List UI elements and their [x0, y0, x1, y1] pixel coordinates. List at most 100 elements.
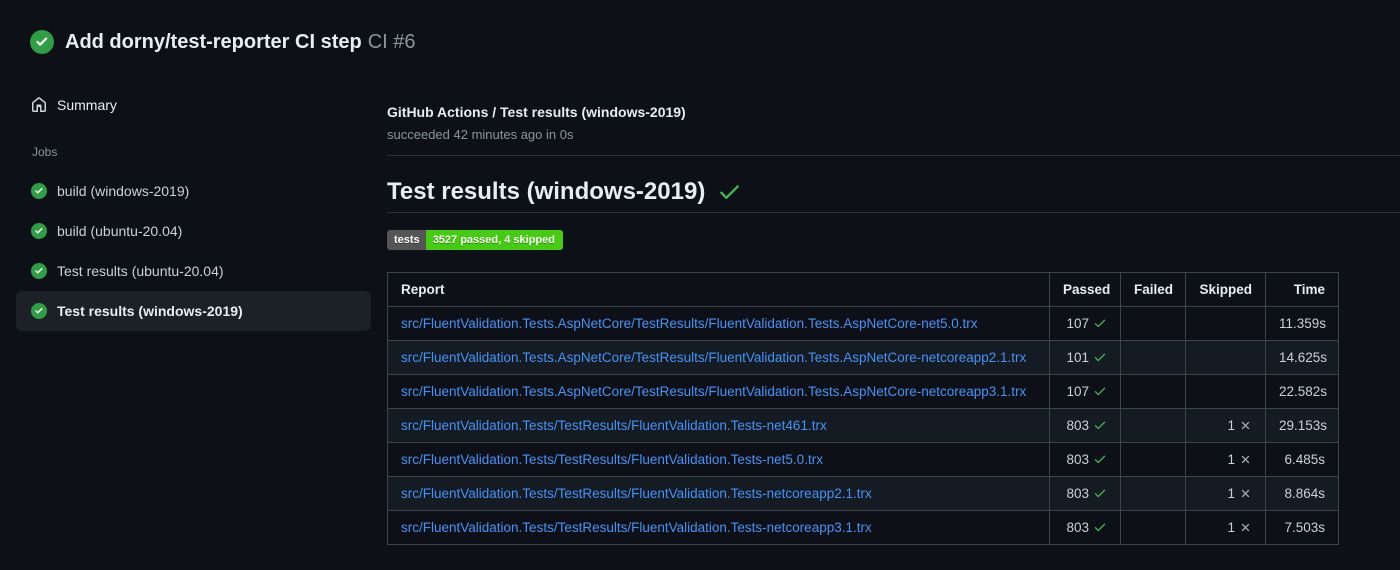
table-row: src/FluentValidation.Tests.AspNetCore/Te…: [387, 340, 1339, 375]
sidebar-item-job[interactable]: Test results (windows-2019): [16, 291, 371, 331]
passed-cell: 803: [1049, 442, 1121, 477]
passed-cell: 107: [1049, 374, 1121, 409]
sidebar-item-job[interactable]: Test results (ubuntu-20.04): [16, 251, 371, 291]
time-cell: 14.625s: [1265, 340, 1339, 375]
skipped-cell: 1: [1185, 510, 1266, 545]
passed-count: 107: [1066, 384, 1089, 399]
table-row: src/FluentValidation.Tests.AspNetCore/Te…: [387, 374, 1339, 409]
time-cell: 7.503s: [1265, 510, 1339, 545]
passed-check-icon: [1094, 523, 1106, 532]
column-header-time: Time: [1265, 272, 1339, 307]
failed-cell: [1120, 374, 1186, 409]
run-status-icon-slot: [30, 30, 54, 54]
passed-cell: 107: [1049, 306, 1121, 341]
table-row: src/FluentValidation.Tests/TestResults/F…: [387, 510, 1339, 545]
report-cell: src/FluentValidation.Tests/TestResults/F…: [387, 476, 1050, 511]
job-sidebar: Summary Jobs build (windows-2019) build …: [0, 75, 387, 331]
report-link[interactable]: src/FluentValidation.Tests.AspNetCore/Te…: [401, 384, 1026, 399]
passed-cell: 803: [1049, 510, 1121, 545]
skipped-x-icon: [1241, 455, 1250, 464]
skipped-cell: 1: [1185, 408, 1266, 443]
skipped-count: 1: [1227, 452, 1235, 467]
passed-count: 803: [1066, 418, 1089, 433]
skipped-cell: [1185, 306, 1266, 341]
report-link[interactable]: src/FluentValidation.Tests/TestResults/F…: [401, 520, 872, 535]
job-header: GitHub Actions / Test results (windows-2…: [387, 103, 1400, 156]
check-circle-icon: [30, 30, 54, 54]
report-link[interactable]: src/FluentValidation.Tests/TestResults/F…: [401, 486, 872, 501]
table-row: src/FluentValidation.Tests/TestResults/F…: [387, 442, 1339, 477]
passed-cell: 101: [1049, 340, 1121, 375]
report-cell: src/FluentValidation.Tests.AspNetCore/Te…: [387, 374, 1050, 409]
tests-badge-value: 3527 passed, 4 skipped: [425, 230, 563, 250]
table-row: src/FluentValidation.Tests/TestResults/F…: [387, 408, 1339, 443]
failed-cell: [1120, 476, 1186, 511]
passed-check-icon: [1094, 353, 1106, 362]
passed-check-icon: [1094, 421, 1106, 430]
sidebar-item-job[interactable]: build (ubuntu-20.04): [16, 211, 371, 251]
time-cell: 6.485s: [1265, 442, 1339, 477]
report-cell: src/FluentValidation.Tests.AspNetCore/Te…: [387, 306, 1050, 341]
sidebar-item-summary[interactable]: Summary: [16, 89, 371, 121]
check-circle-icon: [31, 263, 47, 279]
passed-cell: 803: [1049, 476, 1121, 511]
time-cell: 29.153s: [1265, 408, 1339, 443]
tests-badge-label: tests: [387, 230, 426, 250]
failed-cell: [1120, 442, 1186, 477]
workflow-run-number: CI #6: [367, 31, 416, 53]
job-label: Test results (ubuntu-20.04): [57, 263, 224, 279]
passed-check-icon: [1094, 319, 1106, 328]
report-cell: src/FluentValidation.Tests.AspNetCore/Te…: [387, 340, 1050, 375]
failed-cell: [1120, 306, 1186, 341]
report-cell: src/FluentValidation.Tests/TestResults/F…: [387, 408, 1050, 443]
job-header-title: GitHub Actions / Test results (windows-2…: [387, 104, 686, 120]
column-header-skipped: Skipped: [1185, 272, 1266, 307]
report-link[interactable]: src/FluentValidation.Tests.AspNetCore/Te…: [401, 350, 1026, 365]
time-cell: 11.359s: [1265, 306, 1339, 341]
skipped-count: 1: [1227, 486, 1235, 501]
table-row: src/FluentValidation.Tests/TestResults/F…: [387, 476, 1339, 511]
job-label: build (windows-2019): [57, 183, 190, 199]
passed-check-icon: [1094, 455, 1106, 464]
column-header-report: Report: [387, 272, 1050, 307]
sidebar-summary-label: Summary: [57, 97, 117, 113]
check-circle-icon: [31, 223, 47, 239]
check-circle-icon: [31, 183, 47, 199]
passed-count: 101: [1066, 350, 1089, 365]
job-label: Test results (windows-2019): [57, 303, 243, 319]
report-link[interactable]: src/FluentValidation.Tests/TestResults/F…: [401, 418, 827, 433]
column-header-passed: Passed: [1049, 272, 1121, 307]
tests-badge: tests 3527 passed, 4 skipped: [387, 230, 563, 250]
table-header-row: Report Passed Failed Skipped Time: [387, 272, 1339, 307]
failed-cell: [1120, 408, 1186, 443]
skipped-cell: 1: [1185, 476, 1266, 511]
failed-cell: [1120, 340, 1186, 375]
report-title-text: Test results (windows-2019): [387, 178, 706, 205]
sidebar-item-job[interactable]: build (windows-2019): [16, 171, 371, 211]
main-content: GitHub Actions / Test results (windows-2…: [387, 75, 1400, 545]
failed-cell: [1120, 510, 1186, 545]
passed-check-icon: [1094, 489, 1106, 498]
time-cell: 8.864s: [1265, 476, 1339, 511]
skipped-cell: [1185, 340, 1266, 375]
run-header: Add dorny/test-reporter CI step CI #6: [0, 0, 1400, 75]
report-link[interactable]: src/FluentValidation.Tests.AspNetCore/Te…: [401, 316, 978, 331]
skipped-count: 1: [1227, 520, 1235, 535]
passed-cell: 803: [1049, 408, 1121, 443]
check-icon: [720, 185, 740, 199]
skipped-count: 1: [1227, 418, 1235, 433]
check-circle-icon: [31, 303, 47, 319]
passed-count: 803: [1066, 520, 1089, 535]
passed-count: 803: [1066, 452, 1089, 467]
skipped-cell: 1: [1185, 442, 1266, 477]
skipped-cell: [1185, 374, 1266, 409]
report-cell: src/FluentValidation.Tests/TestResults/F…: [387, 442, 1050, 477]
job-status-line: succeeded 42 minutes ago in 0s: [387, 127, 574, 142]
report-title: Test results (windows-2019): [387, 176, 1400, 213]
job-label: build (ubuntu-20.04): [57, 223, 183, 239]
report-link[interactable]: src/FluentValidation.Tests/TestResults/F…: [401, 452, 823, 467]
test-results-table: Report Passed Failed Skipped Time src/Fluent…: [387, 272, 1339, 545]
workflow-run-name: Add dorny/test-reporter CI step: [65, 31, 362, 53]
passed-count: 803: [1066, 486, 1089, 501]
skipped-x-icon: [1241, 523, 1250, 532]
